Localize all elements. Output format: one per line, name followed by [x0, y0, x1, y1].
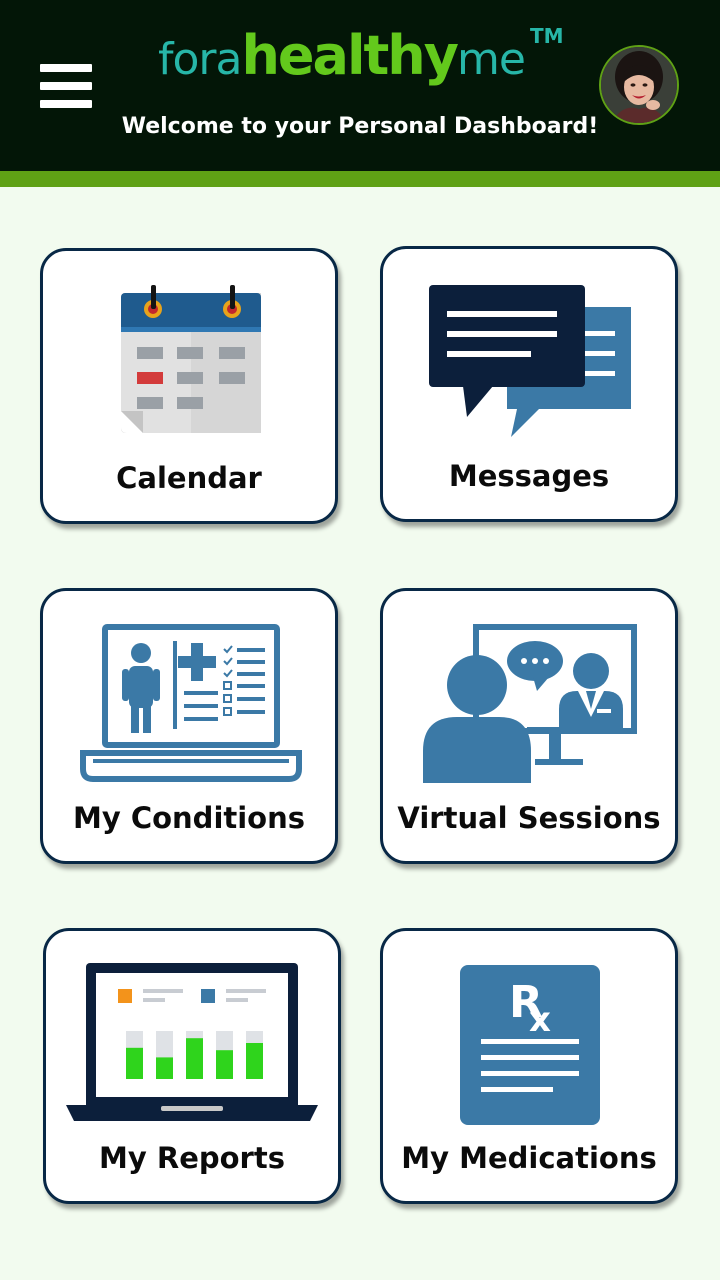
my-conditions-label: My Conditions [72, 801, 306, 835]
report-bar [126, 1047, 143, 1079]
my-medications-label: My Medications [401, 1141, 657, 1175]
bar-chart-laptop-icon [66, 963, 318, 1121]
welcome-message: Welcome to your Personal Dashboard! [121, 114, 599, 139]
user-avatar[interactable] [599, 45, 679, 125]
report-bar [246, 1043, 263, 1079]
calendar-label: Calendar [116, 461, 262, 495]
my-reports-tile[interactable]: My Reports [43, 928, 341, 1204]
logo-text-me: me [456, 34, 526, 85]
messages-tile[interactable]: Messages [380, 246, 678, 522]
video-consultation-icon [423, 624, 637, 783]
logo-text-fora: fora [158, 34, 242, 85]
chat-bubbles-icon [429, 285, 631, 437]
my-reports-label: My Reports [99, 1141, 285, 1175]
calendar-icon [121, 285, 261, 433]
prescription-rx-icon: R x [460, 965, 600, 1125]
trademark-symbol: TM [530, 24, 564, 48]
header-accent-bar [0, 171, 720, 187]
report-bar [156, 1057, 173, 1079]
avatar-portrait [601, 47, 677, 123]
calendar-tile[interactable]: Calendar [40, 248, 338, 524]
report-bar [186, 1038, 203, 1079]
virtual-sessions-tile[interactable]: Virtual Sessions [380, 588, 678, 864]
medical-record-laptop-icon [80, 624, 302, 782]
messages-label: Messages [448, 459, 610, 493]
app-logo: forahealthyme TM [158, 24, 564, 94]
my-medications-tile[interactable]: R x My Medications [380, 928, 678, 1204]
svg-text:x: x [529, 1000, 551, 1040]
hamburger-menu-icon[interactable] [40, 64, 92, 108]
virtual-sessions-label: Virtual Sessions [397, 801, 661, 835]
report-bar [216, 1050, 233, 1079]
logo-text-healthy: healthy [241, 24, 458, 87]
app-header: forahealthyme TM Welcome to your Persona… [0, 0, 720, 171]
my-conditions-tile[interactable]: My Conditions [40, 588, 338, 864]
